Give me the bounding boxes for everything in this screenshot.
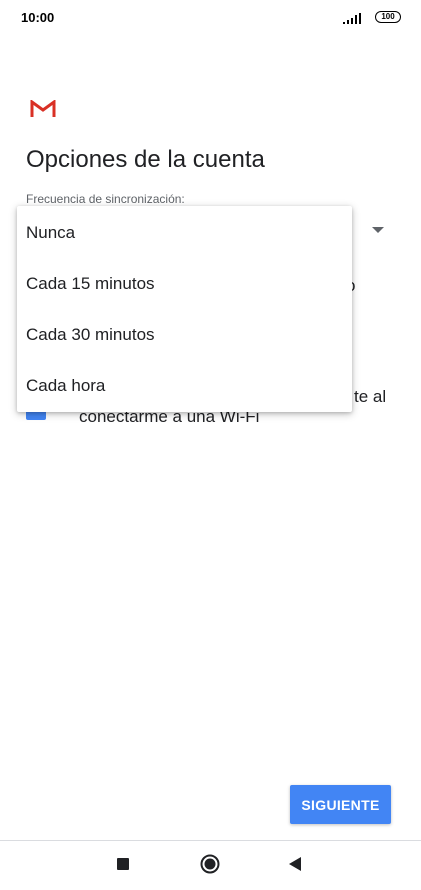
battery-icon: 100 [375, 11, 401, 23]
status-bar: 10:00 100 [0, 0, 421, 34]
menu-item-30-min[interactable]: Cada 30 minutos [17, 309, 352, 360]
dropdown-arrow-icon[interactable] [372, 227, 384, 233]
signal-icon [343, 13, 361, 24]
page-title: Opciones de la cuenta [26, 146, 265, 173]
gmail-logo [30, 100, 56, 117]
recent-apps-icon[interactable] [117, 858, 129, 870]
home-icon[interactable] [200, 854, 220, 874]
menu-item-15-min[interactable]: Cada 15 minutos [17, 258, 352, 309]
sync-frequency-menu: Nunca Cada 15 minutos Cada 30 minutos Ca… [17, 206, 352, 412]
sync-frequency-label: Frecuencia de sincronización: [26, 192, 185, 206]
background-text-fragment: te al [354, 387, 387, 406]
menu-item-nunca[interactable]: Nunca [17, 207, 352, 258]
navigation-bar [0, 841, 421, 890]
back-icon[interactable] [289, 857, 301, 871]
menu-item-hourly[interactable]: Cada hora [17, 360, 352, 411]
next-button[interactable]: SIGUIENTE [290, 785, 391, 824]
status-time: 10:00 [21, 10, 55, 25]
